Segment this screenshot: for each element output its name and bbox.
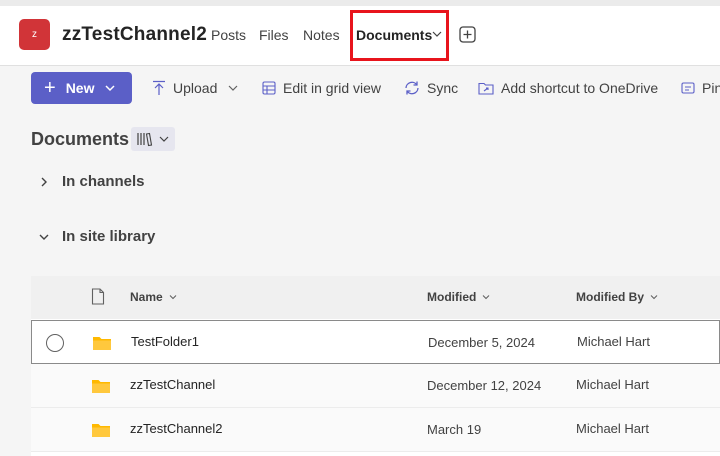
table-row[interactable]: TestFolder1 December 5, 2024 Michael Har…	[31, 320, 720, 364]
chevron-down-icon	[650, 295, 658, 300]
grid-icon	[262, 81, 276, 95]
row-modified-by: Michael Hart	[576, 421, 649, 436]
channel-name[interactable]: zzTestChannel2	[62, 24, 207, 46]
row-name[interactable]: zzTestChannel2	[130, 421, 223, 436]
row-name[interactable]: zzTestChannel	[130, 377, 215, 392]
channel-header: z zzTestChannel2 Posts Files Notes Docum…	[0, 6, 720, 66]
new-button[interactable]: + New	[31, 72, 132, 104]
sync-icon	[405, 81, 419, 95]
table-header: Name Modified Modified By	[31, 276, 720, 319]
tab-files[interactable]: Files	[259, 27, 289, 43]
add-tab-icon[interactable]	[459, 26, 476, 43]
section-in-channels[interactable]: In channels	[38, 173, 145, 190]
pin-label: Pin	[702, 80, 720, 96]
chevron-down-icon	[105, 85, 116, 92]
new-button-label: New	[65, 80, 95, 96]
file-type-icon[interactable]	[91, 288, 105, 305]
highlight-annotation-box	[350, 10, 449, 61]
tab-posts[interactable]: Posts	[211, 27, 246, 43]
chevron-down-icon	[228, 85, 238, 91]
folder-icon	[92, 424, 110, 437]
folder-icon	[92, 380, 110, 393]
row-select-radio[interactable]	[46, 334, 64, 352]
documents-table: Name Modified Modified By TestFolder1 De…	[31, 276, 720, 456]
upload-label: Upload	[173, 80, 218, 96]
folder-icon	[93, 337, 111, 350]
edit-grid-view-button[interactable]: Edit in grid view	[262, 80, 381, 96]
section-label: In site library	[62, 228, 156, 245]
row-modified: December 5, 2024	[428, 335, 535, 350]
section-in-site-library[interactable]: In site library	[38, 228, 155, 245]
channel-avatar[interactable]: z	[19, 19, 50, 50]
column-label: Modified	[427, 290, 477, 304]
chevron-down-icon	[482, 295, 490, 300]
pin-button[interactable]: Pin	[681, 80, 720, 96]
upload-button[interactable]: Upload	[152, 80, 246, 96]
column-label: Modified By	[576, 290, 644, 304]
column-header-modified[interactable]: Modified	[427, 290, 491, 304]
section-label: In channels	[62, 173, 145, 190]
avatar-letter: z	[32, 29, 37, 40]
row-name[interactable]: TestFolder1	[131, 334, 199, 349]
library-view-icon	[137, 132, 153, 147]
library-title: Documents	[31, 129, 130, 149]
chevron-down-icon	[39, 234, 49, 240]
view-switcher[interactable]	[131, 127, 175, 151]
column-header-modified-by[interactable]: Modified By	[576, 290, 659, 304]
pin-icon	[681, 82, 695, 94]
column-header-name[interactable]: Name	[130, 290, 178, 304]
chevron-right-icon	[41, 177, 47, 186]
add-shortcut-label: Add shortcut to OneDrive	[501, 80, 659, 96]
row-modified-by: Michael Hart	[576, 377, 649, 392]
add-shortcut-button[interactable]: Add shortcut to OneDrive	[478, 80, 658, 96]
plus-icon: +	[44, 77, 56, 99]
table-row[interactable]: zzTestChannel2 March 19 Michael Hart	[31, 408, 720, 452]
row-modified: March 19	[427, 422, 482, 437]
edit-grid-label: Edit in grid view	[283, 80, 382, 96]
row-modified-by: Michael Hart	[577, 334, 650, 349]
tab-notes[interactable]: Notes	[303, 27, 340, 43]
sync-button[interactable]: Sync	[404, 80, 458, 96]
command-bar: + New Upload Edit in grid view Sync Add …	[0, 67, 720, 111]
table-row[interactable]: zzTestChannel December 12, 2024 Michael …	[31, 364, 720, 408]
shortcut-icon	[478, 82, 494, 95]
row-modified: December 12, 2024	[427, 378, 542, 393]
chevron-down-icon	[159, 136, 169, 142]
chevron-down-icon	[169, 295, 177, 300]
column-label: Name	[130, 290, 163, 304]
sync-label: Sync	[427, 80, 459, 96]
upload-icon	[153, 80, 165, 95]
